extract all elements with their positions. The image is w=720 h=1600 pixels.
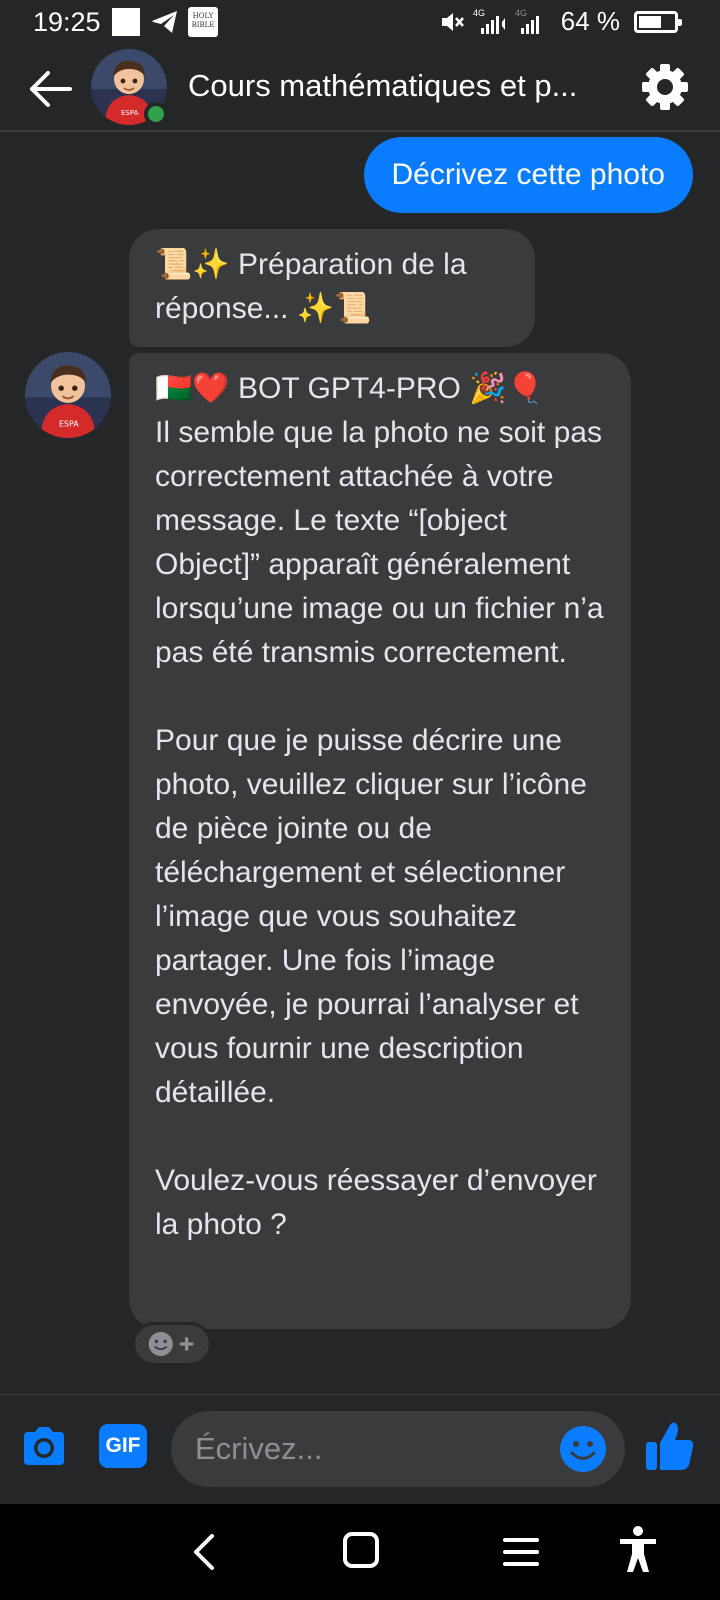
message-paragraph-3: Voulez-vous réessayer d’envoyer la photo… — [155, 1164, 597, 1241]
thumbs-up-icon — [646, 1422, 694, 1470]
add-reaction-button[interactable] — [132, 1322, 212, 1366]
accessibility-icon — [620, 1526, 656, 1572]
back-button[interactable] — [26, 64, 76, 114]
incoming-message-preparing[interactable]: 📜✨ Préparation de la réponse... ✨📜 — [129, 229, 535, 347]
cartoon-boy-avatar-icon: ESPA — [25, 352, 111, 438]
message-heading: 🇲🇬❤️ BOT GPT4-PRO 🎉🎈 — [155, 372, 544, 405]
like-button[interactable] — [644, 1419, 696, 1473]
status-time: 19:25 — [33, 7, 101, 37]
chat-title[interactable]: Cours mathématiques et p... — [188, 68, 618, 104]
sim2-network-label: 4G — [515, 8, 527, 18]
bot-avatar[interactable]: ESPA — [25, 352, 111, 438]
emoji-button[interactable] — [559, 1425, 607, 1473]
battery-percent: 64 % — [560, 6, 620, 36]
square-icon — [343, 1532, 379, 1568]
message-input[interactable] — [195, 1411, 535, 1487]
accessibility-button[interactable] — [616, 1524, 660, 1576]
settings-button[interactable] — [640, 62, 690, 112]
sim1-network-label: 4G — [473, 8, 485, 18]
status-bar: 19:25 HOLY BIBLE 4G 4G 64 % — [0, 0, 720, 46]
chevron-left-icon — [194, 1534, 214, 1570]
nav-recents-button[interactable] — [499, 1530, 543, 1574]
battery-level — [639, 15, 661, 28]
message-composer: GIF — [0, 1394, 720, 1504]
mute-icon — [441, 12, 464, 31]
message-line: 📜✨ Préparation de la — [155, 248, 467, 281]
smiley-icon — [560, 1426, 606, 1472]
message-line: réponse... ✨📜 — [155, 292, 372, 325]
online-status-dot — [144, 102, 168, 126]
chat-header: ESPA Cours mathématiques et p... — [0, 46, 720, 132]
message-list[interactable]: Décrivez cette photo 📜✨ Préparation de l… — [0, 134, 720, 1394]
message-paragraph-1: Il semble que la photo ne soit pas corre… — [155, 416, 604, 669]
add-reaction-icon — [148, 1331, 194, 1357]
signal-sim1-icon: 4G — [473, 8, 505, 34]
arrow-left-icon — [30, 71, 72, 107]
message-paragraph-2: Pour que je puisse décrire une photo, ve… — [155, 724, 587, 1109]
gif-button[interactable]: GIF — [99, 1424, 147, 1468]
camera-button[interactable] — [18, 1421, 70, 1473]
camera-icon — [24, 1427, 64, 1465]
system-nav-bar — [0, 1504, 720, 1600]
gear-icon — [642, 64, 688, 110]
outgoing-message[interactable]: Décrivez cette photo — [363, 137, 693, 213]
message-input-wrapper[interactable] — [171, 1411, 625, 1487]
incoming-message-bot-reply[interactable]: 🇲🇬❤️ BOT GPT4-PRO 🎉🎈 Il semble que la ph… — [129, 353, 631, 1329]
nav-back-button[interactable] — [184, 1530, 228, 1574]
status-right: 4G 4G 64 % — [439, 6, 682, 37]
nav-home-button[interactable] — [341, 1530, 381, 1570]
battery-icon — [634, 10, 682, 33]
bible-app-icon: HOLY BIBLE — [188, 7, 218, 37]
svg-text:ESPA: ESPA — [59, 420, 79, 429]
telegram-icon — [152, 11, 177, 33]
signal-sim2-icon: 4G — [515, 8, 539, 34]
notification-square-icon — [112, 8, 140, 36]
menu-icon — [503, 1538, 539, 1566]
svg-text:ESPA: ESPA — [121, 109, 139, 117]
